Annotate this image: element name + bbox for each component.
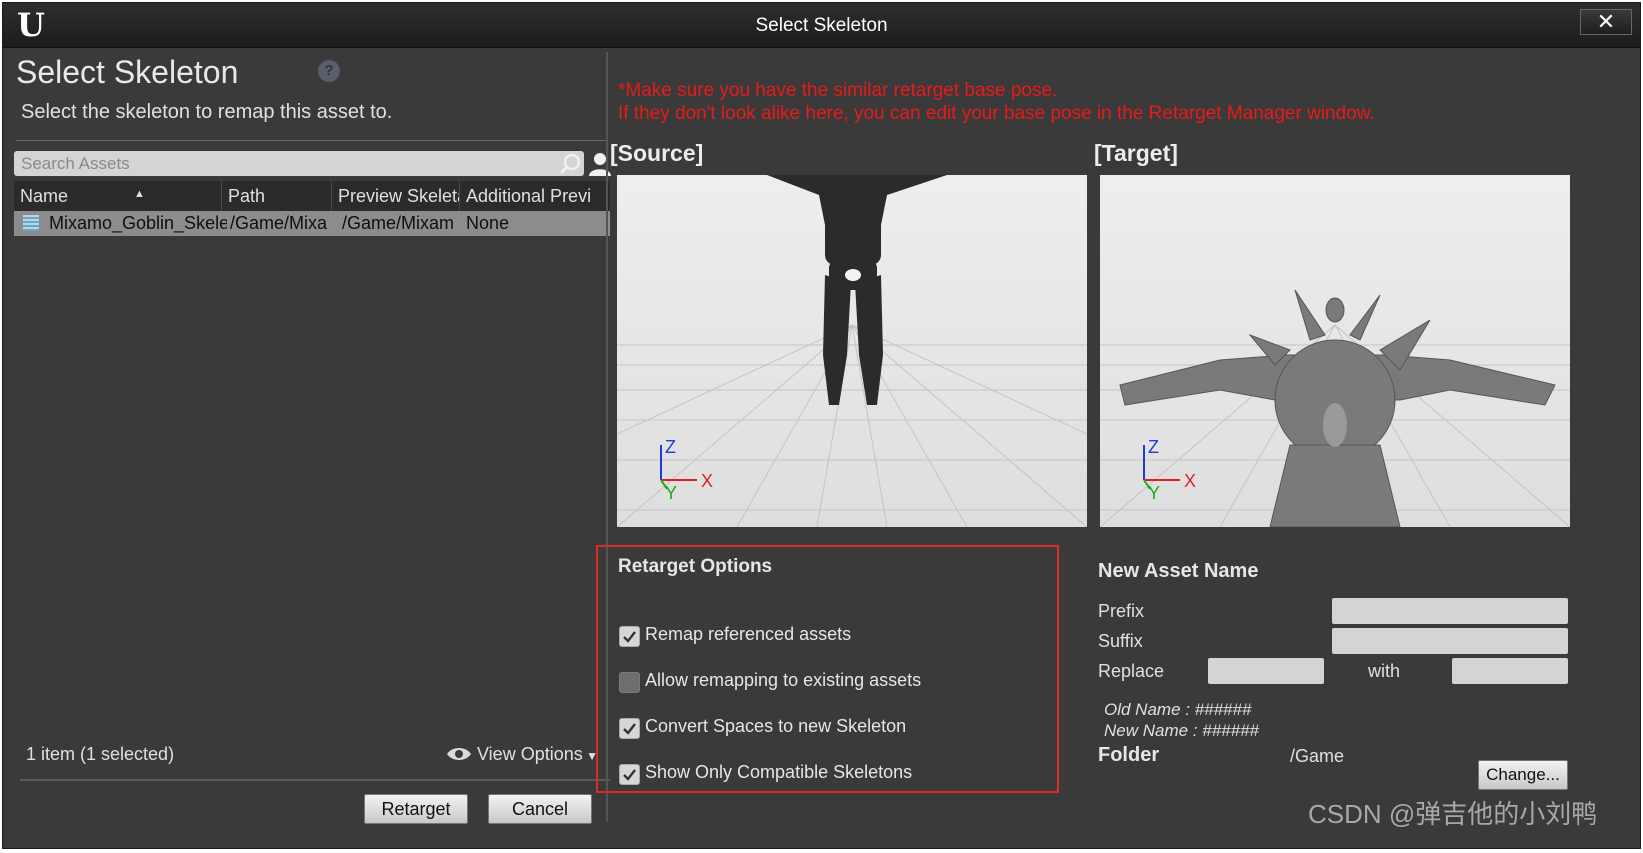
retarget-button[interactable]: Retarget	[364, 794, 468, 824]
old-name-preview: Old Name : ######	[1104, 700, 1252, 719]
folder-label: Folder	[1098, 744, 1160, 766]
change-folder-button[interactable]: Change...	[1478, 760, 1568, 790]
axis-x-label: X	[1184, 471, 1196, 491]
remap-referenced-checkbox[interactable]	[619, 626, 640, 647]
page-title: Select Skeleton	[16, 54, 239, 90]
table-row[interactable]: Mixamo_Goblin_Skelet /Game/Mixa /Game/Mi…	[14, 211, 610, 236]
replace-label: Replace	[1098, 661, 1165, 681]
replace-from-input[interactable]	[1208, 658, 1324, 684]
suffix-input[interactable]	[1332, 628, 1568, 654]
cell-additional-preview: None	[466, 213, 510, 233]
eye-icon[interactable]	[446, 746, 472, 762]
replace-to-input[interactable]	[1452, 658, 1568, 684]
convert-spaces-label[interactable]: Convert Spaces to new Skeleton	[645, 716, 906, 737]
new-asset-name-title: New Asset Name	[1098, 560, 1259, 582]
window-title: Select Skeleton	[755, 15, 888, 36]
warning-text-2: If they don't look alike here, you can e…	[618, 103, 1375, 124]
prefix-label: Prefix	[1098, 601, 1145, 621]
search-icon[interactable]	[558, 152, 582, 176]
column-header-path[interactable]: Path	[222, 181, 332, 211]
warning-text-1: *Make sure you have the similar retarget…	[618, 80, 1058, 101]
cell-path: /Game/Mixa	[230, 213, 328, 233]
show-compatible-checkbox[interactable]	[619, 764, 640, 785]
allow-remapping-checkbox[interactable]	[619, 672, 640, 693]
source-preview-image: Z X Y	[617, 175, 1087, 527]
skeleton-asset-icon	[23, 215, 39, 231]
retarget-options-highlight	[596, 545, 1059, 793]
remap-referenced-label[interactable]: Remap referenced assets	[645, 624, 851, 645]
convert-spaces-checkbox[interactable]	[619, 718, 640, 739]
page-subtitle: Select the skeleton to remap this asset …	[21, 101, 393, 123]
cell-name: Mixamo_Goblin_Skelet	[49, 213, 227, 233]
help-icon[interactable]: ?	[318, 60, 340, 82]
asset-table-header: Name ▲ Path Preview Skeleta Additional P…	[14, 181, 610, 211]
allow-remapping-label[interactable]: Allow remapping to existing assets	[645, 670, 921, 691]
view-options-button[interactable]: View Options ▼	[477, 744, 598, 765]
axis-y-label: Y	[1148, 483, 1160, 503]
target-label: [Target]	[1094, 140, 1178, 166]
asset-list-area[interactable]	[14, 236, 610, 736]
axis-z-label: Z	[1148, 437, 1159, 457]
source-viewport[interactable]: Z X Y	[617, 175, 1087, 527]
new-name-preview: New Name : ######	[1104, 721, 1259, 740]
retarget-options-title: Retarget Options	[618, 556, 773, 577]
title-bar[interactable]: U Select Skeleton ✕	[3, 3, 1640, 48]
close-button[interactable]: ✕	[1580, 9, 1632, 35]
user-filter-icon[interactable]	[588, 151, 612, 177]
divider	[20, 779, 610, 781]
axis-x-label: X	[701, 471, 713, 491]
column-header-preview-skeleton[interactable]: Preview Skeleta	[332, 181, 460, 211]
watermark-text: CSDN @弹吉他的小刘鸭	[1308, 799, 1598, 829]
cancel-button[interactable]: Cancel	[488, 794, 592, 824]
suffix-label: Suffix	[1098, 631, 1143, 651]
search-input[interactable]: Search Assets	[14, 151, 584, 176]
prefix-input[interactable]	[1332, 598, 1568, 624]
axis-z-label: Z	[665, 437, 676, 457]
axis-y-label: Y	[665, 483, 677, 503]
column-header-additional-preview[interactable]: Additional Previ	[460, 181, 610, 211]
with-label: with	[1368, 661, 1401, 681]
column-header-name[interactable]: Name ▲	[14, 181, 222, 211]
folder-value: /Game	[1290, 746, 1345, 766]
item-count-status: 1 item (1 selected)	[26, 744, 175, 764]
target-preview-image: Z X Y	[1100, 175, 1570, 527]
source-label: [Source]	[610, 140, 704, 166]
sort-ascending-icon: ▲	[134, 188, 145, 200]
divider	[16, 140, 606, 141]
target-viewport[interactable]: Z X Y	[1100, 175, 1570, 527]
show-compatible-label[interactable]: Show Only Compatible Skeletons	[645, 762, 912, 783]
cell-preview-skeleton: /Game/Mixam	[342, 213, 455, 233]
